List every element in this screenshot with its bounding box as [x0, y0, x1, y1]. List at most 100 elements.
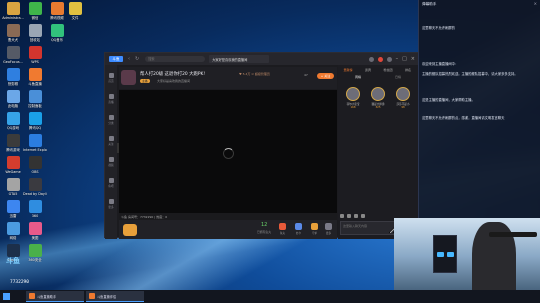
desktop-icon-label: WeGame [5, 170, 21, 174]
bag-icon[interactable] [347, 214, 351, 218]
desktop-icon-label: 斗鱼直播 [28, 82, 42, 86]
gift-item[interactable]: 鱼丸 [279, 223, 286, 235]
taskbar-item-label: 斗鱼直播助手 [37, 294, 57, 299]
robot-eye-right [447, 252, 454, 257]
start-button-icon[interactable] [3, 293, 10, 300]
nav-icon [108, 199, 114, 204]
back-arrow-icon[interactable]: ‹ [128, 56, 130, 62]
overlay-close-button[interactable]: × [534, 1, 537, 6]
nav-icon [108, 178, 114, 183]
message-icon[interactable] [386, 56, 392, 62]
app-icon [6, 156, 20, 169]
leftnav-item[interactable]: 直播 [107, 94, 115, 104]
desktop-icon-label: Dead by Daylight [23, 192, 47, 196]
follow-button[interactable]: + 关注 [317, 73, 334, 79]
emoji-icon[interactable] [340, 214, 344, 218]
leftnav-item[interactable]: 分类 [107, 115, 115, 125]
side-tab[interactable]: 排名 [398, 68, 418, 72]
room-header: 帮人打20级 这退你打20 大跑PK! ♥ 5.4万 ⊙ 超级管理员 主播 大家… [119, 67, 337, 89]
gift-label: 鱼丸 [279, 232, 286, 235]
nav-icon [108, 157, 114, 162]
desktop-icon-label: 迅雷 [9, 214, 17, 218]
side-tab[interactable]: 贵宾 [358, 68, 378, 72]
robot-eye-left [437, 252, 444, 257]
nav-icon [108, 73, 114, 78]
leftnav-item[interactable]: 更多 [107, 199, 115, 209]
gift-icon [295, 223, 302, 230]
microphone [489, 232, 537, 237]
leftnav-item[interactable]: 关注 [107, 136, 115, 146]
rank-tab[interactable]: 周榜 [338, 75, 378, 83]
fishball-badge-icon[interactable] [123, 223, 137, 236]
podium-user[interactable]: 我是大鼻涕 325 [367, 87, 389, 109]
desktop-icon-label: GTA5 [8, 192, 18, 196]
app-icon [6, 222, 20, 235]
taskbar-item-1[interactable]: 斗鱼直播助手 [26, 291, 84, 302]
gift-item[interactable]: 更多 [325, 223, 332, 235]
settings-icon[interactable] [354, 214, 358, 218]
leftnav-item[interactable]: 首页 [107, 73, 115, 83]
side-tab[interactable]: 贡献榜 [338, 68, 358, 72]
app-icon [28, 46, 42, 59]
desktop-icon-label: QQ游戏 [6, 126, 20, 130]
app-icon [28, 178, 42, 191]
douyu-icon [29, 293, 35, 299]
robot-box [433, 235, 457, 273]
room-tab[interactable]: 大家好是喜欢我的直播间 [209, 55, 270, 63]
leftnav-item[interactable]: 视频 [107, 157, 115, 167]
app-logo[interactable]: 斗鱼 [109, 56, 123, 62]
app-icon [28, 24, 42, 37]
app-icon [50, 24, 64, 37]
gift-item[interactable]: 办卡 [295, 223, 302, 235]
taskbar-item-2[interactable]: 斗鱼直播伴侣 [86, 291, 144, 302]
refresh-icon[interactable]: ↻ [135, 56, 139, 62]
leftnav-item[interactable]: 鱼吧 [107, 178, 115, 188]
trash-icon[interactable] [361, 214, 365, 218]
close-button[interactable]: × [411, 56, 415, 62]
rank-tab[interactable]: 日榜 [378, 75, 418, 83]
record-icon[interactable] [377, 56, 383, 62]
nav-label: 鱼吧 [108, 185, 114, 188]
nav-label: 关注 [108, 143, 114, 146]
side-tab[interactable]: 粉丝团 [378, 68, 398, 72]
room-title: 帮人打20级 这退你打20 大跑PK! [140, 72, 206, 77]
podium-user[interactable]: 莎莎不是小 98 [392, 87, 414, 109]
stream-logo: 斗鱼 [6, 257, 20, 265]
douyu-icon [89, 293, 95, 299]
overlay-title: 弹幕助手 [422, 2, 437, 6]
overlay-message: 主播的舰队招募热烈欢迎。主播的舰队招募中，请大家多多支持。 [422, 72, 518, 76]
fishball-count-label: 已拥有鱼丸 [257, 230, 271, 234]
douyu-client-window: 斗鱼 ‹ ↻ 大家好是喜欢我的直播间 – □ × 首页直播分类关注视频鱼吧更多 … [104, 52, 419, 239]
desktop-icon-label: 文件 [71, 16, 79, 20]
desktop-icon-label: Administra... [2, 16, 24, 20]
overlay-message: 这里聊天不允许刷屏的 [422, 26, 455, 30]
side-panel: 贡献榜 贵宾 粉丝团 排名 周榜 日榜 菲尔小宝宝 168 我是大鼻涕 325 莎莎不是小 98 … [338, 65, 418, 239]
video-player[interactable] [119, 90, 337, 213]
user-icon[interactable] [368, 56, 374, 62]
podium-user[interactable]: 菲尔小宝宝 168 [342, 87, 364, 109]
gift-label: 更多 [325, 232, 332, 235]
video-info-bar: 斗鱼 房间号：7732290 | 热度：0 [119, 213, 337, 220]
room-host-name[interactable]: 大家好是喜欢我的直播间 [157, 79, 190, 83]
search-input[interactable] [145, 56, 206, 62]
gift-icon [325, 223, 332, 230]
app-icon [50, 2, 64, 15]
avatar [346, 87, 360, 101]
gift-item[interactable]: 守护 [311, 223, 318, 235]
desktop-icon-label: OBS [31, 170, 39, 174]
podium-score: 325 [375, 106, 381, 109]
room-meta: ♥ 5.4万 ⊙ 超级管理员 [239, 72, 270, 76]
chat-input[interactable] [340, 221, 398, 235]
app-titlebar: 斗鱼 ‹ ↻ 大家好是喜欢我的直播间 – □ × [105, 53, 419, 65]
desktop-icon[interactable]: 文件 [64, 2, 86, 28]
app-icon [6, 112, 20, 125]
app-icon [6, 68, 20, 81]
maximize-button[interactable]: □ [402, 56, 407, 62]
gift-label: 办卡 [295, 232, 302, 235]
desktop-icon-label: 腾讯QQ [28, 126, 42, 130]
app-icon [6, 24, 20, 37]
chat-area [338, 125, 418, 223]
streamer-avatar[interactable] [121, 70, 136, 85]
minimize-button[interactable]: – [396, 56, 399, 62]
follower-count: 47 [304, 73, 308, 77]
